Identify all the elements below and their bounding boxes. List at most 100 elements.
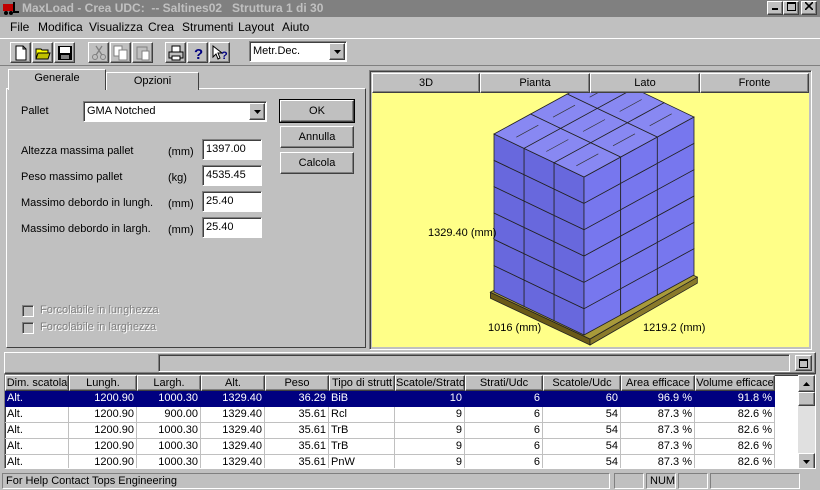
column-header[interactable]: Scatole/Strato [395, 375, 465, 391]
menu-bar: File Modifica Visualizza Crea Strumenti … [0, 17, 820, 37]
table-row[interactable]: Alt. 1200.90 900.00 1329.40 35.61 Rcl 9 6 54 87.3… [5, 407, 795, 423]
view-tab-lato[interactable]: Lato [590, 73, 700, 93]
column-header[interactable]: Dim. scatola [5, 375, 69, 391]
table-cell: Alt. [5, 439, 69, 455]
context-help-icon: ? [212, 45, 228, 61]
forcolabile-larghezza-checkbox[interactable] [22, 322, 34, 334]
print-button[interactable] [165, 42, 186, 63]
units-dropdown-button[interactable] [329, 43, 345, 60]
open-button[interactable] [32, 42, 53, 63]
tab-opzioni[interactable]: Opzioni [106, 72, 199, 90]
debordo-lungh-label: Massimo debordo in lungh. [21, 197, 154, 209]
view-tab-fronte[interactable]: Fronte [700, 73, 809, 93]
table-cell: 1200.90 [69, 455, 137, 468]
scroll-down-button[interactable] [798, 453, 815, 468]
pallet-viewer: 3D Pianta Lato Fronte 1329.40 (mm) 1016 … [369, 70, 812, 350]
table-cell: 9 [395, 439, 465, 455]
maximize-button[interactable] [783, 1, 799, 15]
table-cell: BiB [329, 391, 395, 407]
close-button[interactable] [801, 1, 817, 15]
peso-input[interactable]: 4535.45 [202, 165, 262, 186]
table-cell: 82.6 % [695, 455, 775, 468]
column-header[interactable]: Tipo di strutt [329, 375, 395, 391]
close-icon [804, 1, 814, 11]
column-header[interactable]: Strati/Udc [465, 375, 543, 391]
vertical-scrollbar[interactable] [798, 375, 815, 468]
menu-file[interactable]: File [10, 20, 29, 34]
scroll-thumb[interactable] [798, 392, 815, 406]
column-header[interactable]: Lungh. [69, 375, 137, 391]
open-folder-icon [35, 48, 51, 60]
altezza-value: 1397.00 [206, 143, 246, 155]
save-button[interactable] [54, 42, 75, 63]
grid-maximize-button[interactable] [795, 355, 812, 371]
view-tab-3d[interactable]: 3D [372, 73, 480, 93]
new-button[interactable] [10, 42, 31, 63]
status-pane-empty [614, 473, 644, 489]
pallet-dropdown-button[interactable] [249, 103, 265, 120]
column-header[interactable]: Area efficace [621, 375, 695, 391]
table-cell: 82.6 % [695, 423, 775, 439]
calcola-button[interactable]: Calcola [280, 152, 354, 174]
cut-button[interactable] [88, 42, 109, 63]
table-row[interactable]: Alt. 1200.90 1000.30 1329.40 35.61 TrB 9 6 54 87.… [5, 439, 795, 455]
menu-layout[interactable]: Layout [238, 20, 274, 34]
table-cell: 54 [543, 407, 621, 423]
minimize-button[interactable] [767, 1, 783, 15]
table-cell: 1000.30 [137, 455, 201, 468]
table-cell: 87.3 % [621, 407, 695, 423]
ok-button[interactable]: OK [279, 99, 355, 123]
menu-aiuto[interactable]: Aiuto [282, 20, 309, 34]
chevron-down-icon [334, 50, 341, 54]
debordo-largh-input[interactable]: 25.40 [202, 217, 262, 238]
menu-modifica[interactable]: Modifica [38, 20, 83, 34]
units-dropdown[interactable]: Metr.Dec. [249, 41, 347, 62]
units-value: Metr.Dec. [253, 45, 301, 57]
forcolabile-larghezza-label: Forcolabile in larghezza [40, 321, 157, 333]
table-cell: 1000.30 [137, 439, 201, 455]
column-header[interactable]: Scatole/Udc [543, 375, 621, 391]
annulla-button[interactable]: Annulla [280, 126, 354, 148]
paste-button[interactable] [132, 42, 153, 63]
forklift-app-icon [3, 2, 19, 15]
column-header[interactable]: Alt. [201, 375, 265, 391]
table-row[interactable]: Alt. 1200.90 1000.30 1329.40 35.61 TrB 9 6 54 87.… [5, 423, 795, 439]
column-header[interactable]: Largh. [137, 375, 201, 391]
view-tab-pianta[interactable]: Pianta [480, 73, 590, 93]
table-cell: 54 [543, 423, 621, 439]
table-cell: 1329.40 [201, 423, 265, 439]
table-cell: 1329.40 [201, 455, 265, 468]
paste-icon [136, 46, 150, 61]
table-cell: 6 [465, 391, 543, 407]
pallet-label: Pallet [21, 105, 49, 117]
help-button[interactable]: ? [187, 42, 208, 63]
window-title: MaxLoad - Crea UDC: -- Saltines02 Strutt… [22, 1, 324, 15]
3d-viewport[interactable]: 1329.40 (mm) 1016 (mm) 1219.2 (mm) [372, 73, 809, 347]
debordo-lungh-input[interactable]: 25.40 [202, 191, 262, 212]
results-edit-field[interactable] [158, 354, 790, 372]
tab-generale[interactable]: Generale [8, 69, 106, 90]
chevron-down-icon [254, 110, 261, 114]
column-header[interactable]: Volume efficace [695, 375, 775, 391]
altezza-input[interactable]: 1397.00 [202, 139, 262, 160]
context-help-button[interactable]: ? [209, 42, 230, 63]
debordo-largh-label: Massimo debordo in largh. [21, 223, 151, 235]
pallet-dropdown[interactable]: GMA Notched [83, 101, 267, 122]
table-row[interactable]: Alt. 1200.90 1000.30 1329.40 35.61 PnW 9 6 54 87.… [5, 455, 795, 468]
copy-button[interactable] [110, 42, 131, 63]
table-cell: Alt. [5, 423, 69, 439]
menu-visualizza[interactable]: Visualizza [89, 20, 143, 34]
status-pane-scrl [678, 473, 708, 489]
generale-panel: Pallet GMA Notched Altezza massima palle… [6, 88, 366, 348]
menu-strumenti[interactable]: Strumenti [182, 20, 233, 34]
menu-crea[interactable]: Crea [148, 20, 174, 34]
debordo-lungh-unit: (mm) [168, 198, 194, 210]
scroll-up-button[interactable] [798, 375, 815, 392]
table-cell: PnW [329, 455, 395, 468]
help-icon: ? [194, 46, 203, 61]
table-cell: 82.6 % [695, 439, 775, 455]
column-header[interactable]: Peso [265, 375, 329, 391]
table-cell: 1200.90 [69, 391, 137, 407]
table-row[interactable]: Alt. 1200.90 1000.30 1329.40 36.29 BiB 10 6 60 96… [5, 391, 795, 407]
forcolabile-lunghezza-checkbox[interactable] [22, 305, 34, 317]
